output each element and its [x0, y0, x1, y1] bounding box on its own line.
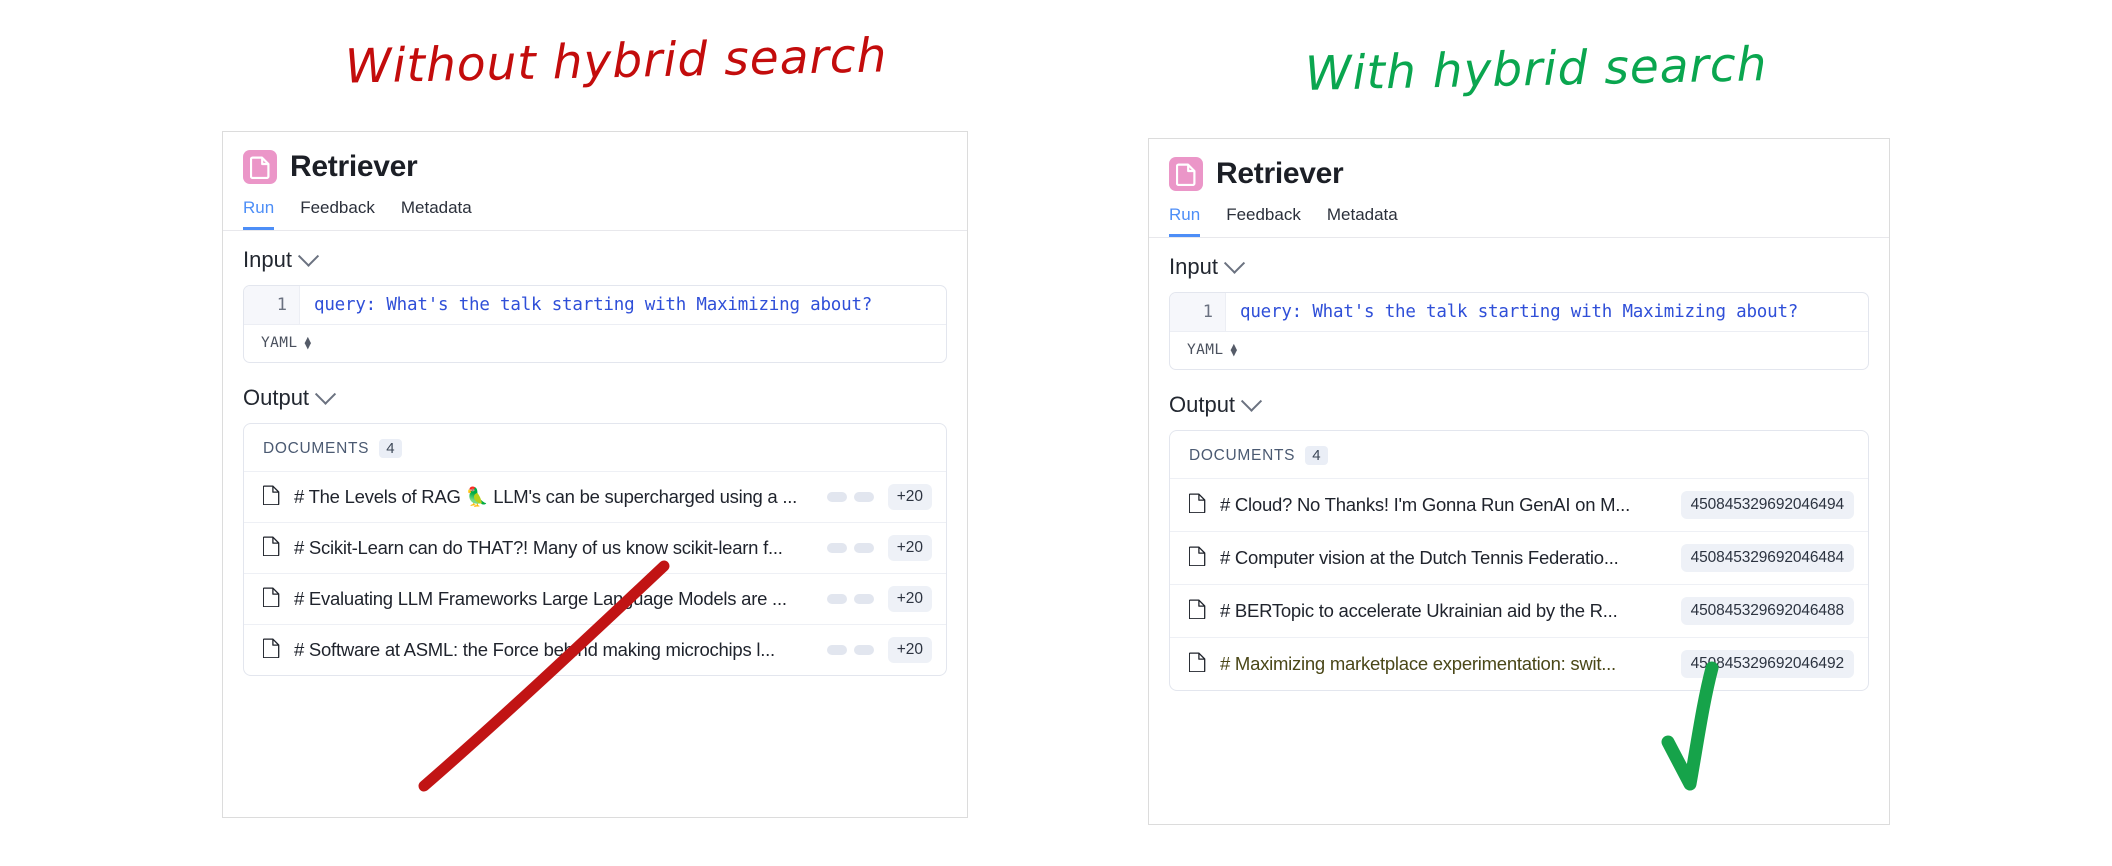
- document-file-icon: [262, 535, 280, 561]
- code-prefix: query: What's the talk starting with Max…: [314, 295, 873, 315]
- retriever-panel-with-hybrid-search: Retriever Run Feedback Metadata Input 1 …: [1148, 138, 1890, 825]
- input-label: Input: [1169, 254, 1218, 279]
- document-title: # Cloud? No Thanks! I'm Gonna Run GenAI …: [1220, 494, 1630, 515]
- tab-run[interactable]: Run: [1169, 205, 1201, 237]
- retriever-panel-without-hybrid-search: Retriever Run Feedback Metadata Input 1 …: [222, 131, 968, 818]
- document-id-badge[interactable]: 450845329692046488: [1680, 597, 1854, 625]
- documents-header: DOCUMENTS 4: [244, 424, 946, 471]
- truncated-badges: [826, 645, 874, 655]
- panel-title-row: Retriever: [1169, 157, 1869, 191]
- annotation-title-without-hybrid-search: Without hybrid search: [344, 28, 888, 95]
- overflow-badge[interactable]: +20: [887, 586, 932, 612]
- document-title-highlighted: # Maximizing marketplace experimentation…: [1220, 653, 1667, 675]
- table-row[interactable]: # Maximizing marketplace experimentation…: [1170, 637, 1868, 690]
- input-code-box[interactable]: 1 query: What's the talk starting with M…: [243, 285, 947, 363]
- document-icon: [243, 150, 277, 184]
- input-section: Input 1 query: What's the talk starting …: [1149, 238, 1889, 370]
- output-label: Output: [243, 385, 310, 410]
- documents-label: DOCUMENTS: [1189, 446, 1296, 464]
- truncated-badges: [826, 594, 874, 604]
- overflow-badge[interactable]: +20: [887, 637, 932, 663]
- format-label: YAML: [261, 335, 298, 351]
- query-code-text[interactable]: query: What's the talk starting with Max…: [300, 286, 872, 324]
- tab-metadata[interactable]: Metadata: [401, 198, 472, 230]
- chevron-down-icon[interactable]: [297, 245, 320, 267]
- document-file-icon: [1188, 651, 1206, 677]
- output-section: Output DOCUMENTS 4 # Cloud? No Thanks! I…: [1149, 370, 1889, 691]
- table-row[interactable]: # BERTopic to accelerate Ukrainian aid b…: [1170, 584, 1868, 637]
- tab-feedback[interactable]: Feedback: [1226, 205, 1301, 237]
- documents-panel: DOCUMENTS 4 # The Levels of RAG 🦜 LLM's …: [243, 423, 947, 676]
- output-section: Output DOCUMENTS 4 # The Levels of RAG 🦜…: [223, 363, 967, 676]
- panel-title-row: Retriever: [243, 150, 947, 184]
- documents-label: DOCUMENTS: [263, 439, 370, 457]
- chevron-down-icon[interactable]: [1223, 252, 1246, 274]
- query-code-text[interactable]: query: What's the talk starting with Max…: [1226, 293, 1798, 331]
- highlighted-term: Maximizing: [1622, 302, 1726, 322]
- documents-count-badge: 4: [379, 439, 402, 458]
- output-section-header[interactable]: Output: [1169, 390, 1869, 418]
- truncated-badges: [826, 492, 874, 502]
- input-code-box[interactable]: 1 query: What's the talk starting with M…: [1169, 292, 1869, 370]
- line-number: 1: [244, 286, 300, 324]
- overflow-badge[interactable]: +20: [887, 535, 932, 561]
- input-section: Input 1 query: What's the talk starting …: [223, 231, 967, 363]
- page-title: Retriever: [290, 150, 418, 183]
- input-section-header[interactable]: Input: [243, 245, 947, 273]
- document-file-icon: [262, 586, 280, 612]
- overflow-badge[interactable]: +20: [887, 484, 932, 510]
- document-title: # BERTopic to accelerate Ukrainian aid b…: [1220, 600, 1618, 621]
- table-row[interactable]: # Cloud? No Thanks! I'm Gonna Run GenAI …: [1170, 478, 1868, 531]
- chevron-down-icon[interactable]: [1240, 390, 1263, 412]
- document-id-badge[interactable]: 450845329692046492: [1680, 650, 1854, 678]
- document-id-badge[interactable]: 450845329692046484: [1680, 544, 1854, 572]
- table-row[interactable]: # Evaluating LLM Frameworks Large Langua…: [244, 573, 946, 624]
- document-file-icon: [1188, 492, 1206, 518]
- panel-tabs: Run Feedback Metadata: [243, 198, 947, 230]
- document-title: # Computer vision at the Dutch Tennis Fe…: [1220, 547, 1619, 568]
- code-format-selector[interactable]: YAML ▲ ▼: [244, 325, 946, 362]
- document-icon: [1169, 157, 1203, 191]
- document-file-icon: [262, 637, 280, 663]
- tab-feedback[interactable]: Feedback: [300, 198, 375, 230]
- input-label: Input: [243, 247, 292, 272]
- code-suffix: about?: [1725, 302, 1799, 322]
- document-title: # The Levels of RAG 🦜 LLM's can be super…: [294, 486, 798, 507]
- tab-run[interactable]: Run: [243, 198, 275, 230]
- format-label: YAML: [1187, 342, 1224, 358]
- page-title: Retriever: [1216, 157, 1344, 190]
- code-format-selector[interactable]: YAML ▲ ▼: [1170, 332, 1868, 369]
- document-title: # Evaluating LLM Frameworks Large Langua…: [294, 588, 787, 609]
- document-file-icon: [262, 484, 280, 510]
- output-section-header[interactable]: Output: [243, 383, 947, 411]
- documents-count-badge: 4: [1305, 446, 1328, 465]
- code-line: 1 query: What's the talk starting with M…: [244, 286, 946, 325]
- table-row[interactable]: # Computer vision at the Dutch Tennis Fe…: [1170, 531, 1868, 584]
- table-row[interactable]: # Software at ASML: the Force behind mak…: [244, 624, 946, 675]
- document-title: # Software at ASML: the Force behind mak…: [294, 639, 775, 660]
- truncated-badges: [826, 543, 874, 553]
- document-file-icon: [1188, 598, 1206, 624]
- input-section-header[interactable]: Input: [1169, 252, 1869, 280]
- code-prefix: query: What's the talk starting with: [1240, 302, 1623, 322]
- document-title: # Scikit-Learn can do THAT?! Many of us …: [294, 537, 783, 558]
- chevron-up-down-icon[interactable]: ▲ ▼: [1231, 341, 1238, 358]
- documents-header: DOCUMENTS 4: [1170, 431, 1868, 478]
- document-id-badge[interactable]: 450845329692046494: [1680, 491, 1854, 519]
- line-number: 1: [1170, 293, 1226, 331]
- output-label: Output: [1169, 392, 1236, 417]
- panel-header: Retriever Run Feedback Metadata: [1149, 139, 1889, 238]
- tab-metadata[interactable]: Metadata: [1327, 205, 1398, 237]
- panel-tabs: Run Feedback Metadata: [1169, 205, 1869, 237]
- chevron-up-down-icon[interactable]: ▲ ▼: [305, 334, 312, 351]
- document-file-icon: [1188, 545, 1206, 571]
- chevron-down-icon[interactable]: [314, 383, 337, 405]
- annotation-title-with-hybrid-search: With hybrid search: [1304, 37, 1768, 102]
- table-row[interactable]: # Scikit-Learn can do THAT?! Many of us …: [244, 522, 946, 573]
- table-row[interactable]: # The Levels of RAG 🦜 LLM's can be super…: [244, 471, 946, 522]
- code-line: 1 query: What's the talk starting with M…: [1170, 293, 1868, 332]
- panel-header: Retriever Run Feedback Metadata: [223, 132, 967, 231]
- documents-panel: DOCUMENTS 4 # Cloud? No Thanks! I'm Gonn…: [1169, 430, 1869, 691]
